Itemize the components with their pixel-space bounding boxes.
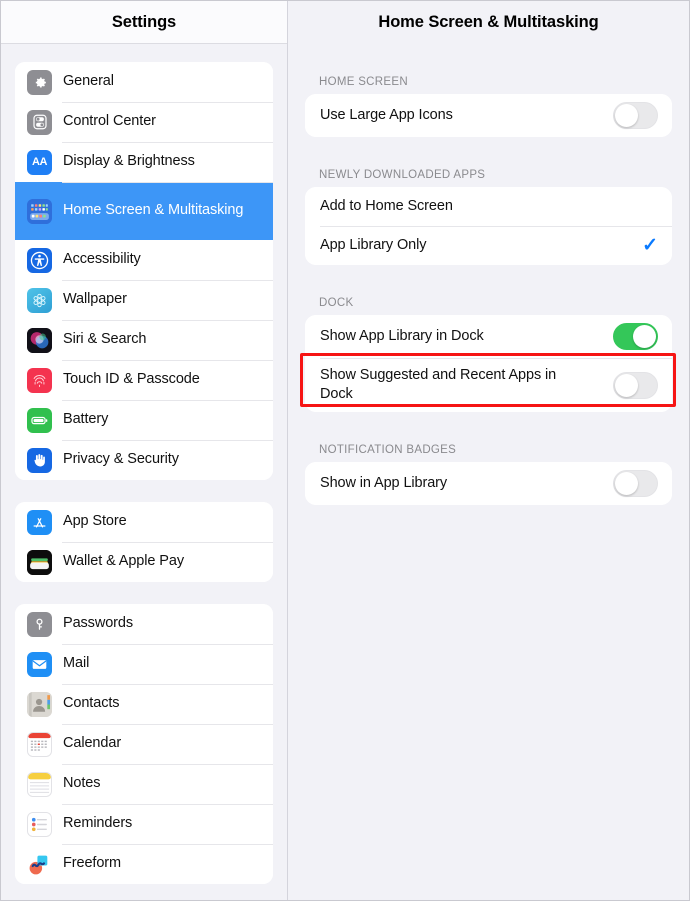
toggle-show-suggested-and-recent-apps-in-dock[interactable] — [613, 371, 658, 399]
section-card-notification-badges: Show in App Library — [305, 462, 672, 506]
gear-icon — [27, 69, 52, 95]
detail-header: Home Screen & Multitasking — [288, 1, 689, 44]
sidebar-item-label: Privacy & Security — [63, 451, 179, 468]
sidebar-item-label: Notes — [63, 775, 101, 792]
contacts-icon — [27, 691, 52, 717]
sidebar-item-accessibility[interactable]: Accessibility — [15, 240, 273, 280]
page-title: Home Screen & Multitasking — [378, 13, 599, 31]
calendar-icon — [27, 731, 52, 757]
sidebar-item-privacy-security[interactable]: Privacy & Security — [15, 440, 273, 480]
sidebar-item-label: Wallet & Apple Pay — [63, 553, 184, 570]
mail-icon — [27, 651, 52, 677]
sidebar-group-store: App Store Wallet & Apple Pay — [15, 502, 273, 582]
toggle-show-in-app-library[interactable] — [613, 470, 658, 498]
sidebar-title: Settings — [111, 12, 177, 31]
sidebar-item-app-store[interactable]: App Store — [15, 502, 273, 542]
sidebar-item-label: Home Screen & Multitasking — [63, 202, 244, 219]
setting-row-show-in-app-library[interactable]: Show in App Library — [305, 462, 672, 506]
setting-label: Show Suggested and Recent Apps in Dock — [320, 367, 557, 403]
sidebar-item-touch-id-passcode[interactable]: Touch ID & Passcode — [15, 360, 273, 400]
sidebar-item-home-screen-multitasking[interactable]: Home Screen & Multitasking — [15, 182, 273, 240]
app-store-icon — [27, 509, 52, 535]
checkmark-icon: ✓ — [642, 235, 658, 256]
sidebar-group-apps: Passwords Mail Contacts Calendar Notes R… — [15, 604, 273, 884]
section-header-dock: DOCK — [319, 297, 354, 309]
toggle-knob — [615, 373, 638, 397]
sidebar-item-label: General — [63, 73, 114, 90]
detail-body: HOME SCREEN Use Large App Icons NEWLY DO… — [288, 44, 689, 900]
ipad-settings-screen: Settings General Control Center AA Displ… — [0, 0, 690, 901]
touch-id-icon — [27, 367, 52, 393]
sidebar-item-label: Contacts — [63, 695, 120, 712]
setting-label: Add to Home Screen — [320, 197, 453, 214]
wallpaper-icon — [27, 287, 52, 313]
sidebar-item-label: Reminders — [63, 815, 133, 832]
home-screen-icon — [27, 198, 52, 224]
notes-icon — [27, 771, 52, 797]
sidebar-item-control-center[interactable]: Control Center — [15, 102, 273, 142]
toggle-knob — [615, 104, 638, 127]
section-card-home-screen: Use Large App Icons — [305, 94, 672, 137]
sidebar-item-mail[interactable]: Mail — [15, 644, 273, 684]
sidebar-item-display-brightness[interactable]: AA Display & Brightness — [15, 142, 273, 182]
setting-row-show-suggested-and-recent-apps-in-dock[interactable]: Show Suggested and Recent Apps in Dock — [305, 358, 672, 413]
sidebar-item-battery[interactable]: Battery — [15, 400, 273, 440]
section-header-newly-downloaded-apps: NEWLY DOWNLOADED APPS — [319, 169, 486, 181]
setting-row-use-large-app-icons[interactable]: Use Large App Icons — [305, 94, 672, 137]
passwords-icon — [27, 611, 52, 637]
battery-icon — [27, 407, 52, 433]
sidebar-item-label: Battery — [63, 411, 109, 428]
sidebar-item-freeform[interactable]: Freeform — [15, 844, 273, 884]
toggle-use-large-app-icons[interactable] — [613, 102, 658, 129]
sidebar-header: Settings — [1, 1, 287, 44]
toggle-knob — [633, 325, 656, 348]
setting-label: Use Large App Icons — [320, 106, 453, 123]
sidebar-item-label: Calendar — [63, 735, 122, 752]
sidebar-item-siri-search[interactable]: Siri & Search — [15, 320, 273, 360]
section-card-newly-downloaded-apps: Add to Home Screen App Library Only ✓ — [305, 187, 672, 265]
sidebar-item-wallet-apple-pay[interactable]: Wallet & Apple Pay — [15, 542, 273, 582]
accessibility-icon — [27, 247, 52, 273]
sidebar-item-label: App Store — [63, 513, 127, 530]
sidebar-item-label: Passwords — [63, 615, 134, 632]
setting-row-app-library-only[interactable]: App Library Only ✓ — [305, 226, 672, 265]
sidebar-item-label: Wallpaper — [63, 291, 127, 308]
settings-sidebar: Settings General Control Center AA Displ… — [1, 1, 288, 900]
sidebar-item-contacts[interactable]: Contacts — [15, 684, 273, 724]
sidebar-item-label: Display & Brightness — [63, 153, 195, 170]
sidebar-scroll-area[interactable]: General Control Center AA Display & Brig… — [1, 44, 287, 900]
sidebar-item-label: Mail — [63, 655, 90, 672]
sidebar-item-label: Siri & Search — [63, 331, 147, 348]
sidebar-item-label: Accessibility — [63, 251, 141, 268]
sidebar-item-label: Touch ID & Passcode — [63, 371, 200, 388]
sidebar-item-notes[interactable]: Notes — [15, 764, 273, 804]
setting-row-show-app-library-in-dock[interactable]: Show App Library in Dock — [305, 315, 672, 358]
sidebar-group-system: General Control Center AA Display & Brig… — [15, 62, 273, 480]
setting-label: App Library Only — [320, 236, 427, 253]
detail-pane: Home Screen & Multitasking HOME SCREEN U… — [288, 1, 689, 900]
section-card-dock: Show App Library in Dock Show Suggested … — [305, 315, 672, 413]
sidebar-item-general[interactable]: General — [15, 62, 273, 102]
toggle-knob — [615, 472, 638, 496]
setting-label: Show in App Library — [320, 475, 448, 492]
section-header-notification-badges: NOTIFICATION BADGES — [319, 444, 457, 457]
toggle-show-app-library-in-dock[interactable] — [613, 323, 658, 350]
sidebar-item-label: Control Center — [63, 113, 156, 130]
setting-label: Show App Library in Dock — [320, 327, 484, 344]
siri-icon — [27, 327, 52, 353]
sidebar-item-label: Freeform — [63, 855, 122, 872]
privacy-security-icon — [27, 447, 52, 473]
sidebar-item-wallpaper[interactable]: Wallpaper — [15, 280, 273, 320]
reminders-icon — [27, 811, 52, 837]
freeform-icon — [27, 851, 52, 877]
control-center-icon — [27, 109, 52, 135]
section-header-home-screen: HOME SCREEN — [319, 76, 408, 88]
sidebar-item-calendar[interactable]: Calendar — [15, 724, 273, 764]
setting-row-add-to-home-screen[interactable]: Add to Home Screen — [305, 187, 672, 226]
wallet-icon — [27, 549, 52, 575]
sidebar-item-passwords[interactable]: Passwords — [15, 604, 273, 644]
sidebar-item-reminders[interactable]: Reminders — [15, 804, 273, 844]
display-brightness-icon: AA — [27, 149, 52, 175]
